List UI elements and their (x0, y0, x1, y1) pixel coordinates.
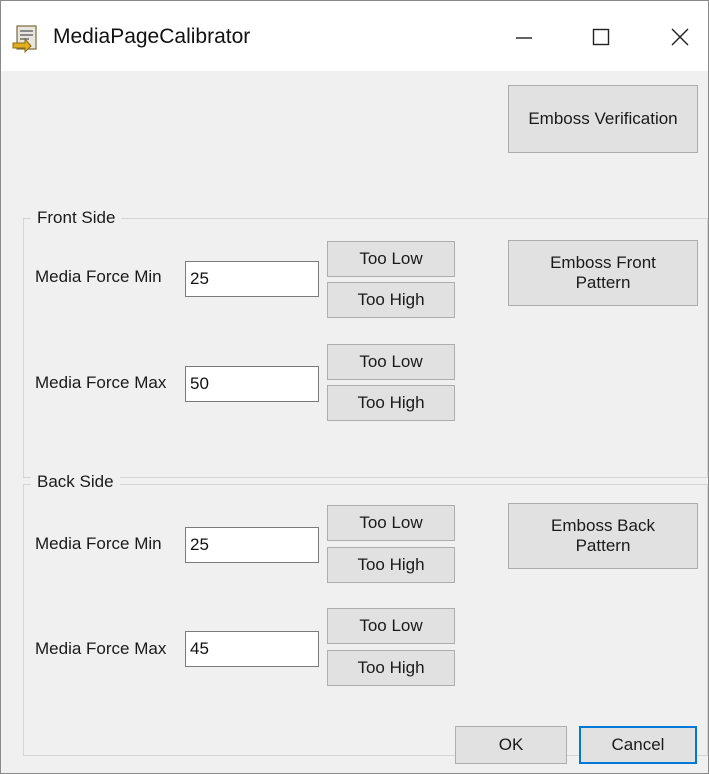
back-min-label: Media Force Min (35, 534, 162, 553)
dialog-client-area: Emboss Verification Front Side Media For… (1, 71, 708, 773)
app-icon (12, 25, 37, 53)
back-min-too-low-button[interactable]: Too Low (327, 505, 455, 541)
emboss-verification-button[interactable]: Emboss Verification (508, 85, 698, 153)
front-min-too-low-button[interactable]: Too Low (327, 241, 455, 277)
cancel-button[interactable]: Cancel (579, 726, 697, 764)
back-side-label: Back Side (31, 472, 120, 492)
maximize-icon (592, 28, 610, 46)
main-window: MediaPageCalibrator Emboss Verification … (0, 0, 709, 774)
front-min-input[interactable] (185, 261, 319, 297)
back-max-label: Media Force Max (35, 639, 167, 658)
front-min-label: Media Force Min (35, 267, 162, 286)
front-max-label: Media Force Max (35, 373, 167, 392)
front-max-too-high-button[interactable]: Too High (327, 385, 455, 421)
minimize-icon (516, 37, 532, 39)
ok-button[interactable]: OK (455, 726, 567, 764)
close-icon (671, 28, 689, 46)
back-max-input[interactable] (185, 631, 319, 667)
front-max-input[interactable] (185, 366, 319, 402)
back-min-too-high-button[interactable]: Too High (327, 547, 455, 583)
back-max-too-low-button[interactable]: Too Low (327, 608, 455, 644)
window-title: MediaPageCalibrator (53, 25, 251, 48)
front-min-too-high-button[interactable]: Too High (327, 282, 455, 318)
back-min-input[interactable] (185, 527, 319, 563)
title-bar[interactable]: MediaPageCalibrator (1, 1, 708, 71)
front-side-label: Front Side (31, 208, 122, 228)
close-button[interactable] (651, 15, 709, 59)
front-max-too-low-button[interactable]: Too Low (327, 344, 455, 380)
emboss-front-pattern-button[interactable]: Emboss Front Pattern (508, 240, 698, 306)
maximize-button[interactable] (572, 15, 630, 59)
back-max-too-high-button[interactable]: Too High (327, 650, 455, 686)
minimize-button[interactable] (495, 15, 553, 59)
emboss-back-pattern-button[interactable]: Emboss Back Pattern (508, 503, 698, 569)
